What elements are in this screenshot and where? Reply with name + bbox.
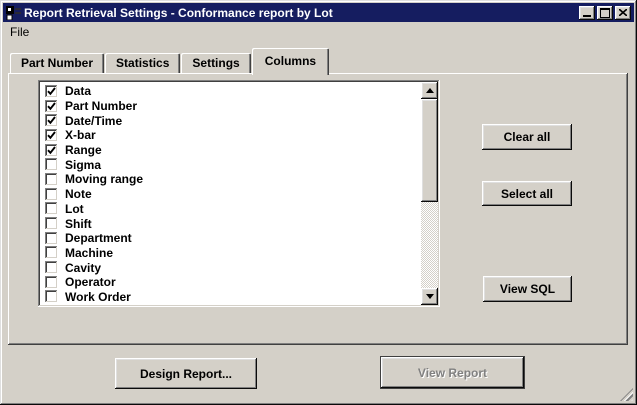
list-item-label: Range: [65, 143, 102, 157]
minimize-icon: [583, 15, 591, 17]
checkbox-unchecked-icon[interactable]: [45, 158, 58, 171]
menu-file[interactable]: File: [3, 23, 36, 41]
checkbox-checked-icon[interactable]: [45, 85, 58, 98]
vertical-scrollbar[interactable]: [421, 82, 438, 305]
clear-all-button[interactable]: Clear all: [482, 124, 572, 150]
report-retrieval-settings-window: Report Retrieval Settings - Conformance …: [0, 0, 637, 405]
list-item[interactable]: Moving range: [40, 172, 421, 187]
view-report-button: View Report: [380, 356, 525, 389]
list-item[interactable]: Cavity: [40, 260, 421, 275]
list-item-label: Moving range: [65, 172, 143, 186]
list-item[interactable]: Date/Time: [40, 113, 421, 128]
menu-bar: File: [3, 22, 634, 41]
list-item[interactable]: Sigma: [40, 157, 421, 172]
list-item-label: Data: [65, 84, 91, 98]
select-all-button[interactable]: Select all: [482, 181, 572, 206]
tab-strip: Part NumberStatisticsSettingsColumns: [10, 50, 330, 73]
checkbox-unchecked-icon[interactable]: [45, 173, 58, 186]
checkbox-checked-icon[interactable]: [45, 100, 58, 113]
checkbox-checked-icon[interactable]: [45, 114, 58, 127]
checkbox-unchecked-icon[interactable]: [45, 290, 58, 303]
view-sql-button[interactable]: View SQL: [483, 276, 572, 302]
scroll-up-button[interactable]: [421, 82, 438, 99]
list-item[interactable]: Note: [40, 187, 421, 202]
list-item[interactable]: Shift: [40, 216, 421, 231]
list-item[interactable]: Department: [40, 231, 421, 246]
tab-part-number[interactable]: Part Number: [10, 53, 104, 73]
list-item-label: Work Order: [65, 290, 131, 304]
list-item-label: Machine: [65, 246, 113, 260]
close-icon: [619, 9, 627, 16]
checkbox-unchecked-icon[interactable]: [45, 261, 58, 274]
list-item-label: Part Number: [65, 99, 137, 113]
maximize-icon: [600, 8, 610, 18]
checkbox-unchecked-icon[interactable]: [45, 246, 58, 259]
list-item[interactable]: Lot: [40, 202, 421, 217]
checkbox-checked-icon[interactable]: [45, 144, 58, 157]
list-item-label: Note: [65, 187, 92, 201]
checkbox-unchecked-icon[interactable]: [45, 202, 58, 215]
checkbox-unchecked-icon[interactable]: [45, 232, 58, 245]
title-bar: Report Retrieval Settings - Conformance …: [3, 3, 634, 22]
arrow-down-icon: [426, 294, 434, 299]
tab-settings[interactable]: Settings: [181, 53, 250, 73]
list-item[interactable]: Range: [40, 143, 421, 158]
list-item[interactable]: Work Order: [40, 290, 421, 305]
checkbox-unchecked-icon[interactable]: [45, 276, 58, 289]
list-item[interactable]: Machine: [40, 246, 421, 261]
checkbox-unchecked-icon[interactable]: [45, 217, 58, 230]
list-item[interactable]: Operator: [40, 275, 421, 290]
app-icon: [6, 6, 21, 20]
list-item-label: Operator: [65, 275, 116, 289]
list-item[interactable]: X-bar: [40, 128, 421, 143]
checkbox-unchecked-icon[interactable]: [45, 188, 58, 201]
checkbox-checked-icon[interactable]: [45, 129, 58, 142]
list-item[interactable]: Data: [40, 84, 421, 99]
list-item[interactable]: Part Number: [40, 99, 421, 114]
list-item-label: Cavity: [65, 261, 101, 275]
window-title: Report Retrieval Settings - Conformance …: [24, 6, 579, 20]
columns-list: DataPart NumberDate/TimeX-barRangeSigmaM…: [40, 82, 421, 305]
list-item-label: X-bar: [65, 128, 96, 142]
maximize-button[interactable]: [597, 6, 613, 20]
list-item-label: Lot: [65, 202, 84, 216]
tab-columns[interactable]: Columns: [252, 48, 329, 75]
columns-tab-panel: DataPart NumberDate/TimeX-barRangeSigmaM…: [8, 73, 628, 345]
minimize-button[interactable]: [579, 6, 595, 20]
tab-statistics[interactable]: Statistics: [105, 53, 180, 73]
resize-grip-icon[interactable]: [620, 388, 633, 401]
design-report-button[interactable]: Design Report...: [115, 358, 257, 389]
list-item-label: Sigma: [65, 158, 101, 172]
list-item-label: Department: [65, 231, 132, 245]
columns-listbox: DataPart NumberDate/TimeX-barRangeSigmaM…: [38, 80, 440, 307]
list-item-label: Shift: [65, 217, 92, 231]
close-button[interactable]: [615, 6, 631, 20]
list-item-label: Date/Time: [65, 114, 122, 128]
scroll-down-button[interactable]: [421, 288, 438, 305]
arrow-up-icon: [426, 88, 434, 93]
scrollbar-thumb[interactable]: [421, 99, 438, 202]
